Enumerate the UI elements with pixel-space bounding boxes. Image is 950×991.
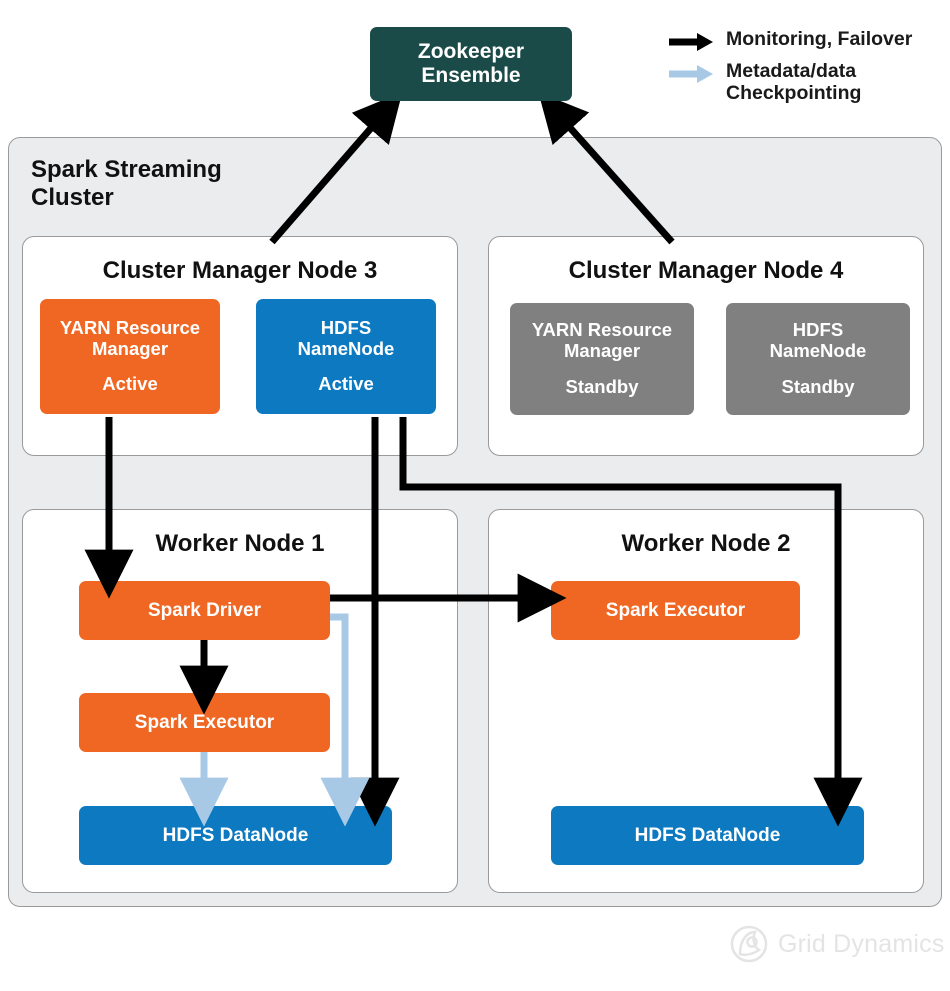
legend-item-checkpointing: Metadata/data Checkpointing: [668, 60, 948, 104]
worker-1-spark-executor-label: Spark Executor: [134, 711, 275, 733]
worker-2-hdfs-datanode-label: HDFS DataNode: [634, 824, 781, 846]
yarn-resource-manager-standby-name: YARN Resource Manager: [531, 319, 673, 361]
hdfs-namenode-active-box[interactable]: HDFS NameNode Active: [256, 299, 436, 414]
watermark: Grid Dynamics: [730, 925, 945, 963]
hdfs-namenode-standby-state: Standby: [781, 375, 855, 397]
cluster-title: Spark Streaming Cluster: [31, 156, 222, 212]
legend-label-checkpointing: Metadata/data Checkpointing: [726, 60, 862, 105]
spark-driver-box[interactable]: Spark Driver: [79, 581, 330, 640]
diagram-canvas: Zookeeper Ensemble Monitoring, Failover …: [0, 0, 950, 991]
hdfs-namenode-active-name: HDFS NameNode: [297, 316, 395, 359]
worker-2-spark-executor-box[interactable]: Spark Executor: [551, 581, 800, 640]
blue-arrow-icon: [669, 65, 713, 83]
yarn-resource-manager-standby-state: Standby: [565, 375, 639, 397]
zookeeper-label: Zookeeper Ensemble: [417, 40, 525, 87]
yarn-resource-manager-standby-box[interactable]: YARN Resource Manager Standby: [510, 303, 694, 415]
worker-2-hdfs-datanode-box[interactable]: HDFS DataNode: [551, 806, 864, 865]
legend-label-monitoring: Monitoring, Failover: [726, 28, 913, 50]
black-arrow-icon: [669, 33, 713, 51]
worker-2-spark-executor-label: Spark Executor: [605, 599, 746, 621]
cluster-manager-node-3-title: Cluster Manager Node 3: [102, 257, 378, 284]
zookeeper-ensemble-box[interactable]: Zookeeper Ensemble: [370, 27, 572, 101]
worker-node-2-title: Worker Node 2: [621, 530, 791, 557]
worker-1-hdfs-datanode-box[interactable]: HDFS DataNode: [79, 806, 392, 865]
hdfs-namenode-standby-name: HDFS NameNode: [769, 319, 867, 361]
yarn-resource-manager-active-state: Active: [102, 373, 158, 395]
cluster-manager-node-4-title: Cluster Manager Node 4: [568, 257, 844, 284]
hdfs-namenode-standby-box[interactable]: HDFS NameNode Standby: [726, 303, 910, 415]
worker-node-1-title: Worker Node 1: [155, 530, 325, 557]
legend: Monitoring, Failover Metadata/data Check…: [668, 28, 948, 111]
hdfs-namenode-active-state: Active: [318, 373, 374, 395]
legend-item-monitoring: Monitoring, Failover: [668, 28, 948, 53]
yarn-resource-manager-active-box[interactable]: YARN Resource Manager Active: [40, 299, 220, 414]
watermark-text: Grid Dynamics: [778, 929, 945, 958]
yarn-resource-manager-active-name: YARN Resource Manager: [59, 316, 201, 359]
worker-1-hdfs-datanode-label: HDFS DataNode: [162, 824, 309, 846]
spark-driver-label: Spark Driver: [147, 599, 261, 621]
worker-1-spark-executor-box[interactable]: Spark Executor: [79, 693, 330, 752]
grid-dynamics-logo-icon: [730, 925, 768, 963]
